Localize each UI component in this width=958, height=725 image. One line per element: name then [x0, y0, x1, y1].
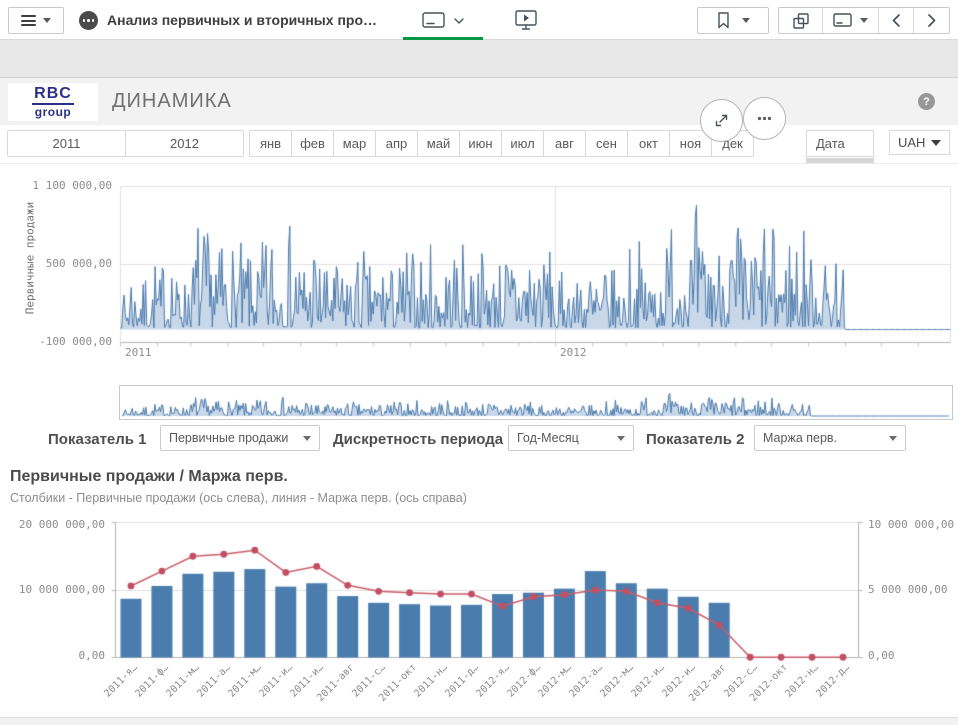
combo-chart-title: Первичные продажи / Маржа перв.	[10, 468, 288, 486]
chevron-down-icon	[742, 18, 750, 23]
indicator2-value: Маржа перв.	[763, 431, 837, 445]
combo-x-label-2011-дек: 2011-д…	[443, 662, 481, 700]
month-button-авг[interactable]: авг	[543, 130, 586, 157]
indicator2-dropdown[interactable]: Маржа перв.	[754, 425, 906, 451]
year-button-2012[interactable]: 2012	[125, 130, 244, 157]
currency-value: UAH	[898, 135, 925, 150]
sheets-overview-button[interactable]	[779, 8, 822, 33]
chevron-right-icon	[928, 14, 936, 27]
month-button-апр[interactable]: апр	[375, 130, 418, 157]
selections-bar: Применены скрытые выборки Выборки	[0, 40, 958, 78]
app-title: Анализ первичных и вторичных про…	[107, 12, 377, 28]
date-listbox[interactable]: Дата	[806, 130, 874, 157]
month-button-июн[interactable]: июн	[459, 130, 502, 157]
expand-icon	[712, 111, 731, 130]
help-button[interactable]: ?	[918, 93, 935, 110]
bookmarks-button[interactable]	[697, 7, 769, 34]
combo-x-label-2012-янв: 2012-я…	[474, 662, 512, 700]
combo-chart-subtitle: Столбики - Первичные продажи (ось слева)…	[10, 491, 467, 505]
sheet-selector-button[interactable]	[403, 5, 483, 40]
indicator1-label: Показатель 1	[48, 431, 147, 448]
app-info-button[interactable]	[79, 11, 98, 30]
year-button-2011[interactable]: 2011	[7, 130, 126, 157]
more-options-button[interactable]	[743, 97, 786, 140]
hamburger-icon	[21, 13, 36, 29]
combo-x-label-2011-ноя: 2011-н…	[412, 662, 450, 700]
month-button-янв[interactable]: янв	[249, 130, 292, 157]
indicator1-value: Первичные продажи	[169, 431, 288, 445]
rbc-group-logo: RBC group	[8, 83, 98, 121]
logo-text-top: RBC	[32, 86, 74, 105]
range-scrollbar[interactable]	[119, 385, 953, 420]
prev-sheet-button[interactable]	[878, 8, 914, 33]
period-dropdown[interactable]: Год-Месяц	[508, 425, 634, 451]
month-button-мар[interactable]: мар	[333, 130, 376, 157]
chevron-down-icon	[889, 436, 897, 441]
next-sheet-button[interactable]	[913, 8, 949, 33]
ellipsis-icon	[755, 109, 774, 128]
presentation-mode-button[interactable]	[512, 8, 540, 32]
month-button-фев[interactable]: фев	[291, 130, 334, 157]
page-title: ДИНАМИКА	[112, 90, 232, 113]
currency-dropdown[interactable]: UAH	[889, 130, 950, 155]
bookmark-icon	[717, 12, 730, 29]
indicator1-dropdown[interactable]: Первичные продажи	[160, 425, 320, 451]
ellipsis-icon	[83, 19, 95, 22]
top-toolbar: Анализ первичных и вторичных про…	[0, 0, 958, 40]
period-label: Дискретность периода	[333, 431, 503, 448]
combo-bar-line-chart[interactable]	[0, 505, 958, 665]
combo-x-label-2012-дек: 2012-д…	[815, 662, 853, 700]
chevron-down-icon	[43, 18, 51, 23]
month-button-май[interactable]: май	[417, 130, 460, 157]
sheet-icon	[422, 12, 445, 31]
chevron-down-icon	[303, 436, 311, 441]
chevron-down-icon	[860, 18, 868, 23]
month-button-июл[interactable]: июл	[501, 130, 544, 157]
indicator2-label: Показатель 2	[646, 431, 745, 448]
chevron-down-icon	[931, 140, 941, 146]
fullscreen-expand-button[interactable]	[700, 99, 743, 142]
bottom-strip	[0, 717, 958, 725]
month-button-окт[interactable]: окт	[627, 130, 670, 157]
logo-text-bottom: group	[35, 106, 72, 118]
chevron-down-icon	[454, 18, 464, 25]
chevron-down-icon	[617, 436, 625, 441]
presentation-icon	[515, 10, 537, 31]
divider	[0, 163, 958, 164]
app-window: Анализ первичных и вторичных про…	[0, 0, 958, 725]
sheets-icon	[793, 13, 809, 29]
month-button-сен[interactable]: сен	[585, 130, 628, 157]
sheet-icon	[833, 13, 852, 28]
chevron-left-icon	[892, 14, 900, 27]
range-scrollbar-chart[interactable]	[120, 386, 952, 419]
period-value: Год-Месяц	[517, 431, 579, 445]
sheet-dropdown-button[interactable]	[822, 8, 877, 33]
global-menu-button[interactable]	[8, 7, 64, 34]
daily-sales-area-chart[interactable]	[0, 165, 958, 380]
year-filter-group: 20112012	[8, 130, 244, 157]
month-filter-group: янвфевмарапрмайиюниюлавгсеноктноядек	[250, 130, 754, 157]
date-listbox-label: Дата	[816, 136, 845, 151]
sheet-navigation-group	[778, 7, 950, 34]
combo-x-label-2011-май: 2011-м…	[227, 662, 265, 700]
combo-x-label-2011-июн: 2011-и…	[257, 662, 295, 700]
